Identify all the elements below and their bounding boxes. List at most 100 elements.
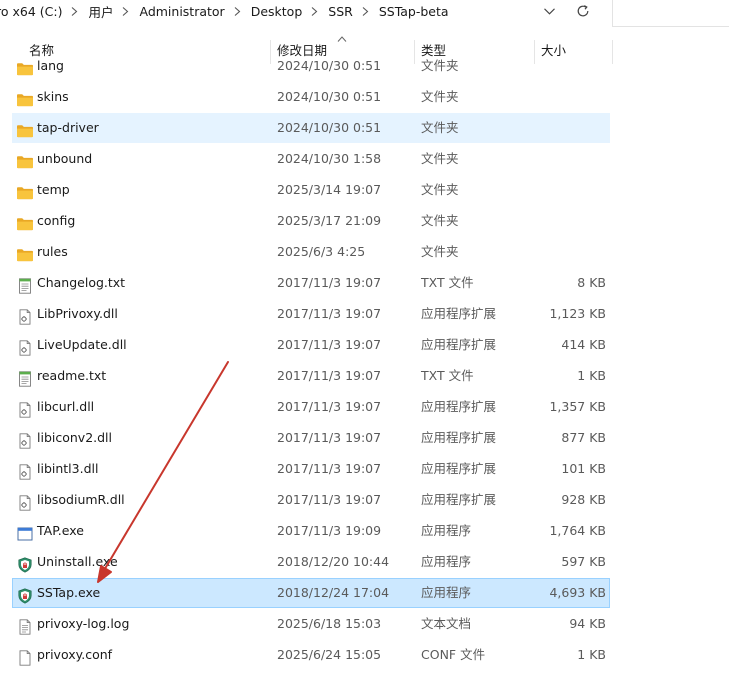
file-size: 94 KB (569, 616, 606, 631)
file-modified-date: 2025/6/24 15:05 (277, 647, 382, 662)
address-bar[interactable]: ro x64 (C:) 用户 Administrator Desktop SSR… (0, 0, 600, 22)
file-modified-date: 2025/6/18 15:03 (277, 616, 382, 631)
txt-file-icon (16, 275, 34, 294)
file-size: 877 KB (561, 430, 606, 445)
file-name: SSTap.exe (37, 585, 101, 600)
breadcrumb-ssr[interactable]: SSR (326, 4, 355, 19)
folder-icon (16, 58, 34, 76)
file-type: 应用程序扩展 (421, 306, 497, 321)
file-row[interactable]: libcurl.dll 2017/11/3 19:07 应用程序扩展 1,357 KB (12, 392, 610, 422)
file-name: LibPrivoxy.dll (37, 306, 118, 321)
file-name: Uninstall.exe (37, 554, 118, 569)
file-list: lang 2024/10/30 0:51 文件夹 skins 2024/10/30 0:… (0, 52, 729, 678)
folder-icon (16, 182, 34, 200)
sort-ascending-icon (337, 36, 347, 42)
file-modified-date: 2024/10/30 0:51 (277, 120, 382, 135)
file-name: LiveUpdate.dll (37, 337, 127, 352)
file-size: 1,357 KB (549, 399, 606, 414)
file-modified-date: 2017/11/3 19:07 (277, 337, 382, 352)
file-row[interactable]: libsodiumR.dll 2017/11/3 19:07 应用程序扩展 928 K… (12, 485, 610, 515)
file-row[interactable]: rules 2025/6/3 4:25 文件夹 (12, 237, 610, 267)
folder-icon (16, 244, 34, 262)
file-type: 应用程序扩展 (421, 492, 497, 507)
file-size: 414 KB (561, 337, 606, 352)
address-history-chevron-down-icon[interactable] (540, 0, 558, 22)
chevron-right-icon[interactable] (71, 6, 79, 16)
breadcrumb-desktop[interactable]: Desktop (249, 4, 305, 19)
file-name: Changelog.txt (37, 275, 126, 290)
file-size: 1,764 KB (549, 523, 606, 538)
chevron-right-icon[interactable] (362, 6, 370, 16)
file-size: 101 KB (561, 461, 606, 476)
file-row[interactable]: TAP.exe 2017/11/3 19:09 应用程序 1,764 KB (12, 516, 610, 546)
file-row[interactable]: tap-driver 2024/10/30 0:51 文件夹 (12, 113, 610, 143)
file-modified-date: 2017/11/3 19:07 (277, 399, 382, 414)
file-type: 文件夹 (421, 182, 459, 197)
file-name: tap-driver (37, 120, 99, 135)
chevron-right-icon[interactable] (234, 6, 242, 16)
file-row[interactable]: unbound 2024/10/30 1:58 文件夹 (12, 144, 610, 174)
file-name: privoxy-log.log (37, 616, 130, 631)
file-modified-date: 2017/11/3 19:07 (277, 492, 382, 507)
file-type: TXT 文件 (421, 368, 474, 383)
refresh-icon[interactable] (572, 0, 594, 22)
chevron-right-icon[interactable] (122, 6, 130, 16)
file-row[interactable]: SSTap.exe 2018/12/24 17:04 应用程序 4,693 KB (12, 578, 610, 608)
breadcrumb-users[interactable]: 用户 (86, 2, 115, 21)
file-modified-date: 2024/10/30 0:51 (277, 89, 382, 104)
file-name: lang (37, 58, 64, 73)
file-modified-date: 2024/10/30 1:58 (277, 151, 382, 166)
file-row[interactable]: temp 2025/3/14 19:07 文件夹 (12, 175, 610, 205)
file-size: 1,123 KB (549, 306, 606, 321)
file-name: rules (37, 244, 68, 259)
file-row[interactable]: skins 2024/10/30 0:51 文件夹 (12, 82, 610, 112)
folder-icon (16, 120, 34, 138)
file-row[interactable]: readme.txt 2017/11/3 19:07 TXT 文件 1 KB (12, 361, 610, 391)
txt-file-icon (16, 368, 34, 387)
chevron-right-icon[interactable] (311, 6, 319, 16)
file-row[interactable]: lang 2024/10/30 0:51 文件夹 (12, 52, 610, 81)
file-type: 应用程序扩展 (421, 399, 497, 414)
file-type: CONF 文件 (421, 647, 486, 662)
file-row[interactable]: config 2025/3/17 21:09 文件夹 (12, 206, 610, 236)
file-name: libintl3.dll (37, 461, 99, 476)
file-row[interactable]: Changelog.txt 2017/11/3 19:07 TXT 文件 8 KB (12, 268, 610, 298)
file-type: 文件夹 (421, 89, 459, 104)
file-row[interactable]: LiveUpdate.dll 2017/11/3 19:07 应用程序扩展 414 K… (12, 330, 610, 360)
file-modified-date: 2017/11/3 19:07 (277, 306, 382, 321)
file-type: 应用程序扩展 (421, 337, 497, 352)
file-row[interactable]: privoxy-log.log 2025/6/18 15:03 文本文档 94 KB (12, 609, 610, 639)
file-name: TAP.exe (37, 523, 84, 538)
file-row[interactable]: privoxy.conf 2025/6/24 15:05 CONF 文件 1 KB (12, 640, 610, 670)
file-modified-date: 2018/12/24 17:04 (277, 585, 390, 600)
file-name: privoxy.conf (37, 647, 113, 662)
file-modified-date: 2025/6/3 4:25 (277, 244, 366, 259)
breadcrumb-drive[interactable]: ro x64 (C:) (0, 4, 64, 19)
file-modified-date: 2017/11/3 19:09 (277, 523, 382, 538)
file-type: 文件夹 (421, 120, 459, 135)
file-type: 文件夹 (421, 213, 459, 228)
dll-file-icon (16, 461, 34, 480)
file-row[interactable]: LibPrivoxy.dll 2017/11/3 19:07 应用程序扩展 1,123… (12, 299, 610, 329)
file-modified-date: 2017/11/3 19:07 (277, 275, 382, 290)
file-type: 应用程序扩展 (421, 461, 497, 476)
file-size: 928 KB (561, 492, 606, 507)
dll-file-icon (16, 337, 34, 356)
file-row[interactable]: libiconv2.dll 2017/11/3 19:07 应用程序扩展 877 KB (12, 423, 610, 453)
folder-icon (16, 213, 34, 231)
shield-icon (16, 585, 34, 604)
file-type: 文件夹 (421, 151, 459, 166)
breadcrumb-administrator[interactable]: Administrator (137, 4, 226, 19)
search-input[interactable] (612, 0, 729, 27)
file-name: libcurl.dll (37, 399, 95, 414)
text-doc-icon (16, 616, 34, 635)
dll-file-icon (16, 306, 34, 325)
file-row[interactable]: libintl3.dll 2017/11/3 19:07 应用程序扩展 101 KB (12, 454, 610, 484)
breadcrumb-sstap-beta[interactable]: SSTap-beta (377, 4, 451, 19)
file-size: 8 KB (577, 275, 606, 290)
file-type: 应用程序扩展 (421, 430, 497, 445)
file-row[interactable]: Uninstall.exe 2018/12/20 10:44 应用程序 597 KB (12, 547, 610, 577)
file-name: skins (37, 89, 69, 104)
file-explorer-window: ro x64 (C:) 用户 Administrator Desktop SSR… (0, 0, 729, 678)
file-size: 597 KB (561, 554, 606, 569)
